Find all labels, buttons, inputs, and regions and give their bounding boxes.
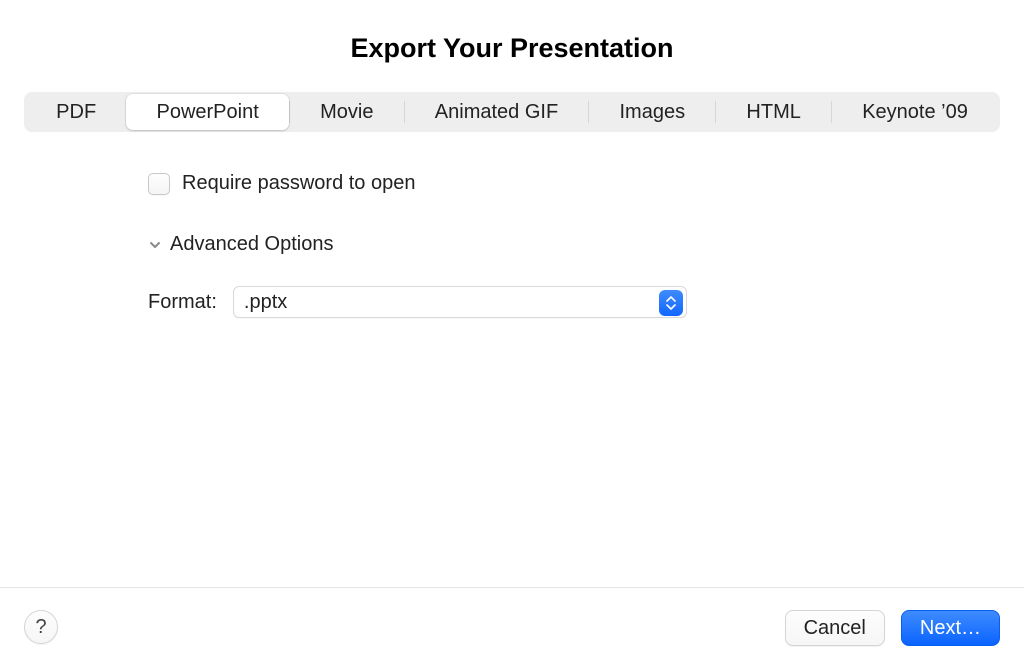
help-icon: ? xyxy=(35,616,46,639)
require-password-checkbox[interactable] xyxy=(148,173,170,195)
format-selected-value: .pptx xyxy=(244,291,287,314)
format-popup[interactable]: .pptx xyxy=(233,286,687,318)
tab-label: PDF xyxy=(56,101,96,124)
tab-label: Images xyxy=(620,101,686,124)
tab-movie[interactable]: Movie xyxy=(290,94,404,130)
button-label: Next… xyxy=(920,617,981,640)
tab-html[interactable]: HTML xyxy=(716,94,831,130)
require-password-label: Require password to open xyxy=(182,172,415,195)
format-tabbar: PDF PowerPoint Movie Animated GIF Images… xyxy=(24,92,1000,132)
advanced-options-toggle[interactable]: Advanced Options xyxy=(148,233,1000,256)
tab-label: Movie xyxy=(320,101,373,124)
tab-images[interactable]: Images xyxy=(589,94,715,130)
tab-label: Animated GIF xyxy=(435,101,558,124)
tab-label: Keynote ’09 xyxy=(862,101,968,124)
advanced-options-label: Advanced Options xyxy=(170,233,333,256)
tab-label: HTML xyxy=(746,101,800,124)
require-password-row: Require password to open xyxy=(148,172,1000,195)
tab-animated-gif[interactable]: Animated GIF xyxy=(405,94,589,130)
next-button[interactable]: Next… xyxy=(901,610,1000,646)
tab-pdf[interactable]: PDF xyxy=(26,94,126,130)
dialog-title: Export Your Presentation xyxy=(0,0,1024,64)
format-label: Format: xyxy=(148,291,217,314)
cancel-button[interactable]: Cancel xyxy=(785,610,885,646)
options-panel: Require password to open Advanced Option… xyxy=(0,132,1024,318)
button-label: Cancel xyxy=(804,617,866,640)
footer-separator xyxy=(0,587,1024,588)
format-row: Format: .pptx xyxy=(148,286,1000,318)
export-dialog: Export Your Presentation PDF PowerPoint … xyxy=(0,0,1024,666)
help-button[interactable]: ? xyxy=(24,610,58,644)
tab-powerpoint[interactable]: PowerPoint xyxy=(126,94,289,130)
footer-buttons: Cancel Next… xyxy=(785,610,1000,646)
chevron-down-icon xyxy=(148,238,162,252)
tab-keynote09[interactable]: Keynote ’09 xyxy=(832,94,998,130)
tab-label: PowerPoint xyxy=(156,101,258,124)
popup-stepper-icon xyxy=(659,290,683,316)
